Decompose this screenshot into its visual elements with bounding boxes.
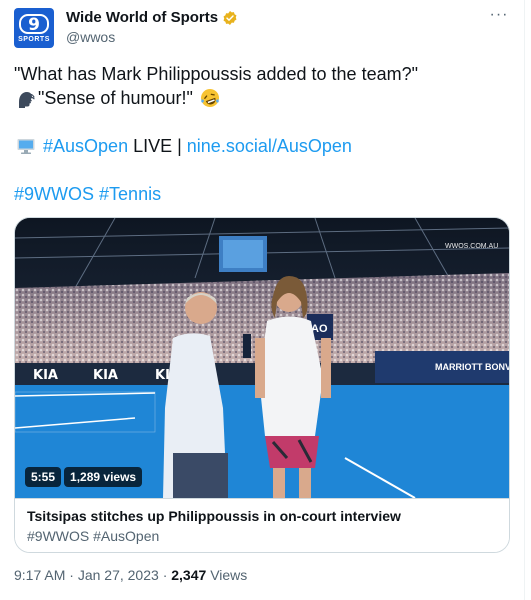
tweet-time[interactable]: 9:17 AM xyxy=(14,567,65,583)
media-subtitle: #9WWOS #AusOpen xyxy=(27,528,160,544)
tweet-live-line: #AusOpen LIVE | nine.social/AusOpen xyxy=(14,134,511,158)
meta-separator: · xyxy=(162,567,172,583)
laughing-emoji xyxy=(200,89,219,107)
kia-banner: KIA KIA KIA xyxy=(33,368,180,383)
avatar-logo: 9 xyxy=(19,13,49,34)
video-player[interactable]: KIA KIA KIA MARRIOTT BONVOY AO WWOS.COM.… xyxy=(15,218,509,498)
tweet-meta: 9:17 AM · Jan 27, 2023 · 2,347 Views xyxy=(14,566,247,584)
avatar-logo-text: SPORTS xyxy=(18,35,50,43)
tweet-line-2: "Sense of humour!" xyxy=(14,86,511,110)
tweet-views-count: 2,347 xyxy=(171,567,207,583)
tweet-line-1: "What has Mark Philippoussis added to th… xyxy=(14,64,418,84)
svg-text:KIA: KIA xyxy=(33,368,58,383)
tweet-card[interactable]: 9 SPORTS Wide World of Sports @wwos ··· … xyxy=(0,0,525,600)
video-duration: 5:55 xyxy=(25,467,62,487)
meta-separator: · xyxy=(69,567,78,583)
nine-social-link[interactable]: nine.social/AusOpen xyxy=(187,136,352,156)
tweet-header: 9 SPORTS Wide World of Sports @wwos ··· xyxy=(14,7,511,48)
author-handle[interactable]: @wwos xyxy=(66,28,238,46)
verified-badge-icon xyxy=(223,11,237,25)
svg-text:MARRIOTT BONVOY: MARRIOTT BONVOY xyxy=(435,362,509,372)
video-thumbnail: KIA KIA KIA MARRIOTT BONVOY AO WWOS.COM.… xyxy=(15,218,509,498)
hashtag-tennis-link[interactable]: #Tennis xyxy=(99,184,161,204)
video-badge: 5:55 1,289 views xyxy=(25,467,143,487)
tweet-hashtags-line: #9WWOS #Tennis xyxy=(14,182,511,206)
live-text: LIVE | xyxy=(128,136,187,156)
media-card[interactable]: KIA KIA KIA MARRIOTT BONVOY AO WWOS.COM.… xyxy=(14,217,510,553)
tweet-date[interactable]: Jan 27, 2023 xyxy=(78,567,159,583)
svg-text:WWOS.COM.AU: WWOS.COM.AU xyxy=(445,243,498,250)
media-caption[interactable]: Tsitsipas stitches up Philippoussis in o… xyxy=(15,498,509,552)
media-title[interactable]: Tsitsipas stitches up Philippoussis in o… xyxy=(27,507,497,525)
more-icon[interactable]: ··· xyxy=(487,7,511,28)
avatar[interactable]: 9 SPORTS xyxy=(14,8,54,48)
video-views: 1,289 views xyxy=(64,467,143,487)
author-block: Wide World of Sports @wwos xyxy=(66,9,238,46)
tweet-line-2-text: "Sense of humour!" xyxy=(38,88,193,108)
tweet-text: "What has Mark Philippoussis added to th… xyxy=(14,62,511,206)
tweet-views-label: Views xyxy=(210,567,248,583)
speaking-head-emoji xyxy=(19,92,35,108)
computer-emoji xyxy=(17,139,35,154)
hashtag-ausopen-link[interactable]: #AusOpen xyxy=(43,136,128,156)
hashtag-9wwos-link[interactable]: #9WWOS xyxy=(14,184,94,204)
author-name[interactable]: Wide World of Sports xyxy=(66,9,238,27)
author-name-label[interactable]: Wide World of Sports xyxy=(66,9,218,27)
svg-text:KIA: KIA xyxy=(93,368,118,383)
